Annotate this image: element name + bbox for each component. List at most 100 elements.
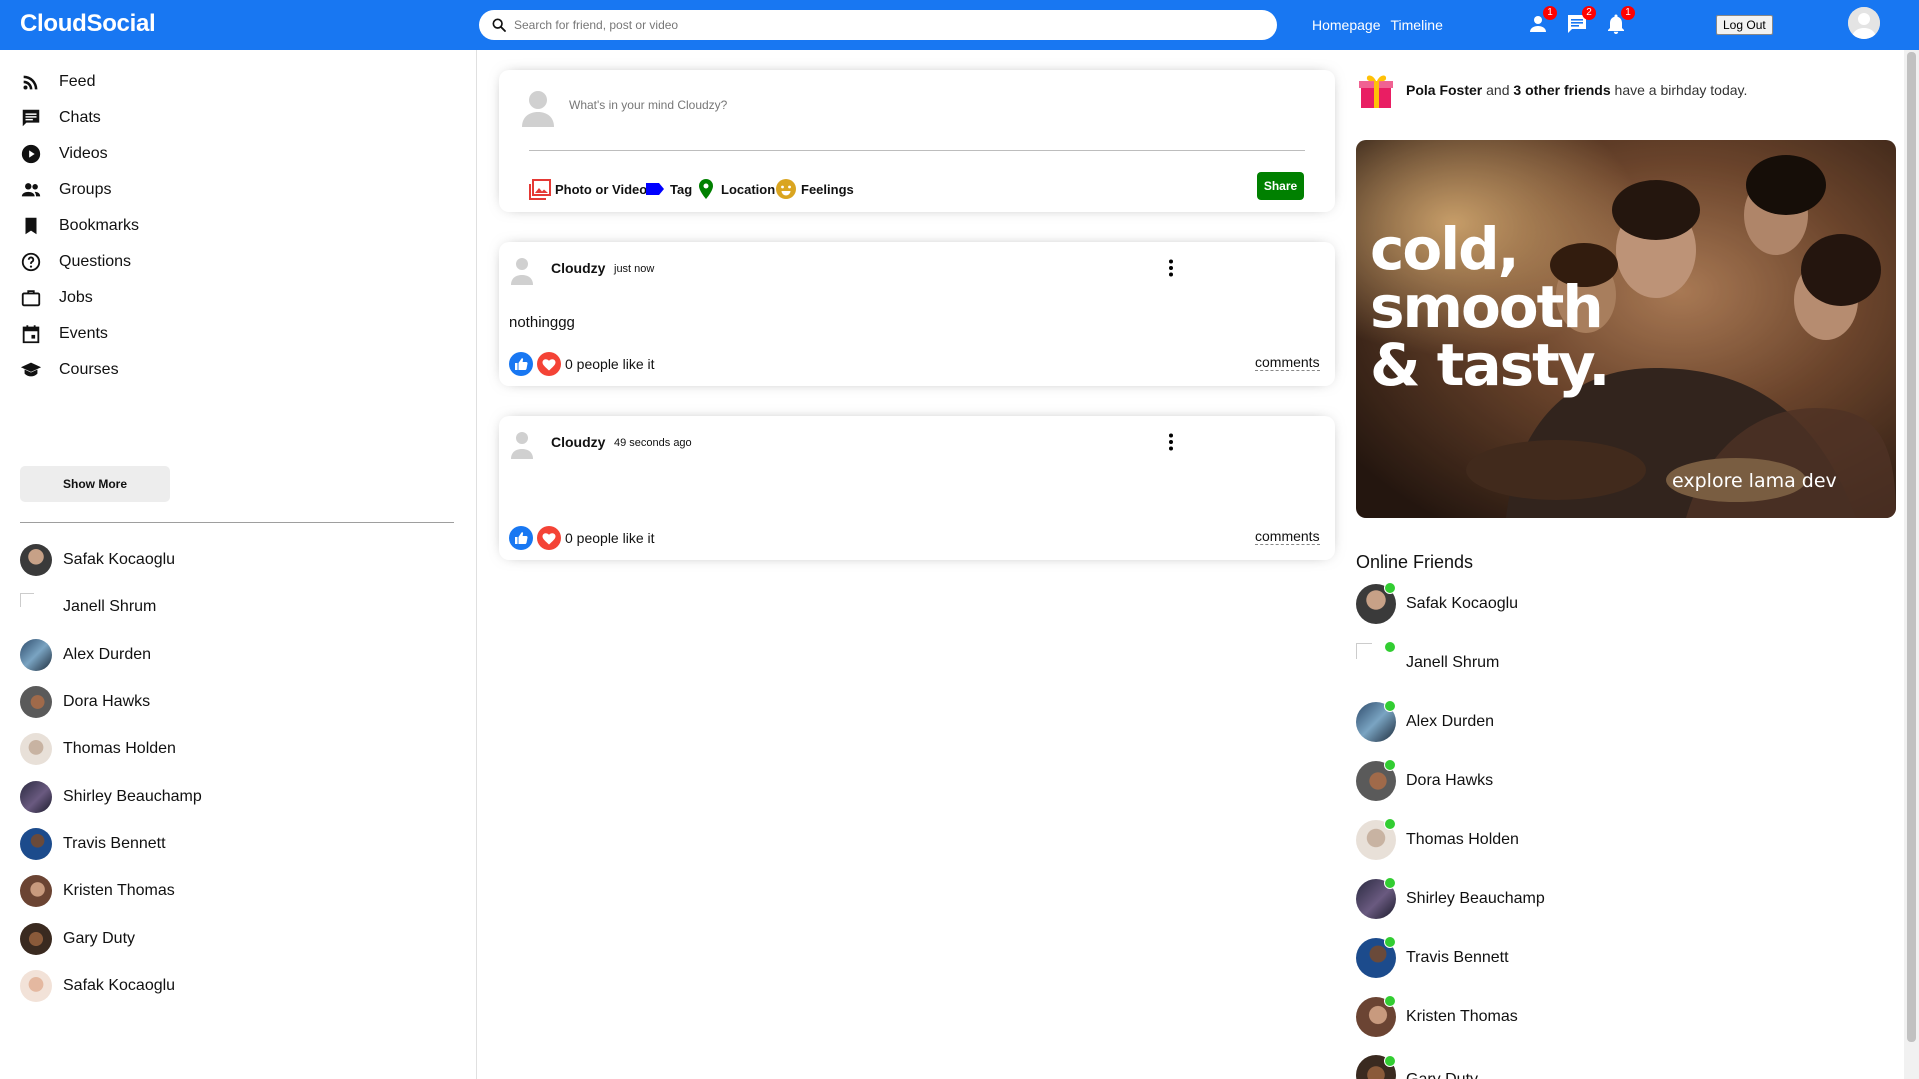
heart-icon[interactable] — [537, 352, 561, 376]
heart-icon[interactable] — [537, 526, 561, 550]
sidebar-item-label: Bookmarks — [59, 217, 140, 234]
like-count: 0 people like it — [565, 530, 655, 546]
sidebar-item-label: Chats — [59, 109, 101, 126]
timeline-link[interactable]: Timeline — [1391, 17, 1443, 33]
sidebar-item-courses[interactable]: Courses — [20, 355, 119, 385]
online-friend-item[interactable]: Dora Hawks — [1356, 759, 1494, 801]
messages-button[interactable]: 2 — [1565, 6, 1596, 36]
friend-list-item[interactable]: Alex Durden — [20, 639, 151, 671]
friend-list-item[interactable]: Safak Kocaoglu — [20, 970, 175, 1002]
comments-link[interactable]: comments — [1255, 528, 1320, 545]
notifications-badge: 1 — [1621, 6, 1635, 20]
online-friend-item[interactable]: Kristen Thomas — [1356, 995, 1518, 1037]
friend-requests-badge: 1 — [1543, 6, 1557, 20]
sidebar-item-label: Courses — [59, 361, 119, 378]
default-avatar-icon — [522, 91, 554, 127]
online-friend-avatar — [1356, 759, 1396, 801]
broken-image-icon — [20, 593, 34, 607]
online-friend-avatar — [1356, 641, 1396, 683]
advertisement-image[interactable]: cold, smooth & tasty. explore lama dev — [1356, 140, 1896, 518]
share-button[interactable]: Share — [1257, 172, 1304, 200]
search-input[interactable] — [514, 18, 1214, 32]
topbar: CloudSocial Homepage Timeline 1 2 1 Log … — [0, 0, 1919, 50]
online-status-dot — [1384, 877, 1396, 889]
online-friend-item[interactable]: Travis Bennett — [1356, 936, 1509, 978]
online-friend-item[interactable]: Janell Shrum — [1356, 641, 1499, 683]
emoji-icon — [776, 179, 796, 199]
friend-list-item[interactable]: Gary Duty — [20, 923, 135, 955]
friend-list-item[interactable]: Dora Hawks — [20, 686, 150, 718]
friend-avatar — [20, 544, 52, 576]
friend-list-item[interactable]: Shirley Beauchamp — [20, 781, 202, 813]
notifications-button[interactable]: 1 — [1604, 6, 1635, 36]
birthday-others[interactable]: 3 other friends — [1513, 82, 1610, 98]
like-icon[interactable] — [509, 526, 533, 550]
sidebar-item-label: Events — [59, 325, 108, 342]
online-friend-item[interactable]: Alex Durden — [1356, 700, 1494, 742]
tag-option[interactable]: Tag — [643, 177, 692, 201]
vertical-scrollbar[interactable] — [1904, 50, 1919, 1079]
online-friend-item[interactable]: Thomas Holden — [1356, 818, 1519, 860]
ad-headline-line: & tasty. — [1370, 331, 1610, 399]
scrollbar-thumb[interactable] — [1907, 52, 1916, 1042]
online-friend-item[interactable]: Gary Duty — [1356, 1055, 1478, 1079]
photo-video-option[interactable]: Photo or Video — [528, 177, 647, 201]
friend-list-item[interactable]: Janell Shrum — [20, 591, 156, 623]
online-friend-name: Thomas Holden — [1406, 831, 1519, 848]
friend-list-item[interactable]: Safak Kocaoglu — [20, 544, 175, 576]
comments-link[interactable]: comments — [1255, 354, 1320, 371]
search-bar[interactable] — [479, 10, 1277, 40]
friend-list-item[interactable]: Kristen Thomas — [20, 875, 175, 907]
sidebar-item-videos[interactable]: Videos — [20, 139, 108, 169]
online-friend-item[interactable]: Safak Kocaoglu — [1356, 582, 1518, 624]
like-icon[interactable] — [509, 352, 533, 376]
sidebar-item-questions[interactable]: Questions — [20, 247, 131, 277]
post-card: Cloudzy 49 seconds ago 0 people like it … — [499, 416, 1335, 560]
group-icon — [21, 183, 41, 197]
post-time: just now — [614, 263, 655, 275]
friend-name: Thomas Holden — [63, 740, 176, 757]
ad-tagline: explore lama dev — [1672, 470, 1837, 492]
location-option[interactable]: Location — [694, 177, 775, 201]
sidebar-item-label: Questions — [59, 253, 132, 270]
sidebar-item-jobs[interactable]: Jobs — [20, 283, 93, 313]
friend-name: Travis Bennett — [63, 835, 166, 852]
more-vert-icon[interactable] — [1159, 256, 1183, 280]
post-text-input[interactable] — [569, 98, 1169, 112]
friend-list-item[interactable]: Travis Bennett — [20, 828, 166, 860]
post-author[interactable]: Cloudzy — [551, 434, 605, 450]
location-pin-icon — [699, 179, 713, 199]
logout-button[interactable]: Log Out — [1716, 15, 1773, 35]
online-friend-item[interactable]: Shirley Beauchamp — [1356, 877, 1545, 919]
post-time: 49 seconds ago — [614, 437, 692, 449]
friend-name: Kristen Thomas — [63, 882, 175, 899]
default-avatar-icon — [511, 258, 533, 285]
friend-avatar — [20, 639, 52, 671]
online-friend-name: Dora Hawks — [1406, 772, 1494, 789]
friend-list-item[interactable]: Thomas Holden — [20, 733, 176, 765]
online-friend-avatar — [1356, 995, 1396, 1037]
online-friend-avatar — [1356, 1055, 1396, 1079]
user-avatar[interactable] — [1848, 7, 1880, 39]
sidebar-item-groups[interactable]: Groups — [20, 175, 111, 205]
show-more-button[interactable]: Show More — [20, 466, 170, 502]
left-sidebar: Feed Chats Videos Groups Bookmarks Quest… — [0, 50, 477, 1079]
sidebar-item-bookmarks[interactable]: Bookmarks — [20, 211, 139, 241]
birthday-friend-name[interactable]: Pola Foster — [1406, 82, 1482, 98]
sidebar-item-events[interactable]: Events — [20, 319, 108, 349]
top-links: Homepage Timeline — [1312, 17, 1443, 33]
post-author[interactable]: Cloudzy — [551, 260, 605, 276]
sidebar-item-feed[interactable]: Feed — [20, 67, 95, 97]
post-likes: 0 people like it — [509, 526, 655, 550]
sidebar-item-chats[interactable]: Chats — [20, 103, 101, 133]
app-logo[interactable]: CloudSocial — [20, 10, 156, 38]
friend-requests-button[interactable]: 1 — [1526, 6, 1557, 36]
feelings-option[interactable]: Feelings — [774, 177, 854, 201]
online-status-dot — [1384, 582, 1396, 594]
friend-name: Shirley Beauchamp — [63, 788, 202, 805]
homepage-link[interactable]: Homepage — [1312, 17, 1381, 33]
online-status-dot — [1384, 818, 1396, 830]
option-label: Photo or Video — [555, 181, 648, 197]
more-vert-icon[interactable] — [1159, 430, 1183, 454]
default-avatar-icon — [511, 432, 533, 459]
